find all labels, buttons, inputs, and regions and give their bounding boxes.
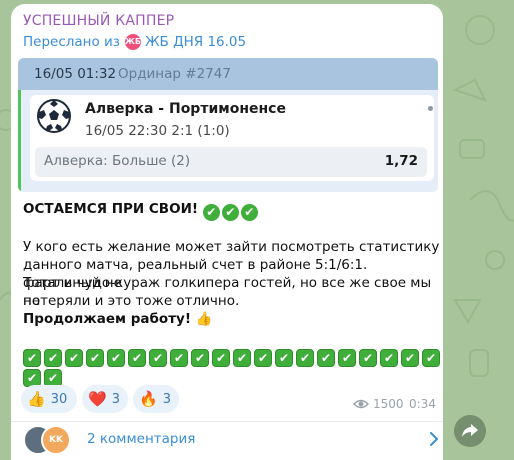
heart-icon: ❤️ — [88, 390, 107, 408]
headline-text: ОСТАЕМСЯ ПРИ СВОИ! — [23, 201, 199, 217]
bet-selection: Алверка: Больше (2) — [44, 153, 191, 169]
bet-row: Алверка: Больше (2) 1,72 — [35, 147, 427, 177]
commenter-avatar: KK — [41, 425, 71, 455]
message-time: 0:34 — [409, 397, 436, 411]
views-eye-icon — [353, 399, 369, 409]
check-icon: ✔ — [191, 349, 209, 367]
check-icon: ✔ — [149, 349, 167, 367]
views-count: 1500 — [373, 397, 404, 411]
check-icon: ✔ — [128, 349, 146, 367]
message-bubble: УСПЕШНЫЙ КАППЕР Переслано из ЖБ ЖБ ДНЯ 1… — [11, 4, 443, 460]
forwarded-channel-avatar: ЖБ — [125, 34, 141, 50]
bet-type: Ординар #2747 — [118, 66, 231, 82]
reaction-thumbs-up[interactable]: 👍 30 — [21, 385, 77, 413]
check-icon: ✔ — [233, 349, 251, 367]
reaction-fire[interactable]: 🔥 3 — [133, 385, 179, 413]
forwarded-from[interactable]: Переслано из ЖБ ЖБ ДНЯ 16.05 — [23, 34, 246, 50]
bet-card[interactable]: 16/05 01:32 Ординар #2747 Алверка - Порт… — [18, 58, 438, 192]
match-result: 16/05 22:30 2:1 (1:0) — [85, 123, 230, 139]
body-line: потеряли и это тоже отлично. — [23, 293, 240, 309]
check-icon: ✔ — [254, 349, 272, 367]
bet-datetime: 16/05 01:32 — [34, 66, 117, 82]
soccer-ball-icon — [37, 99, 71, 133]
reaction-count: 3 — [111, 391, 120, 407]
bet-odds: 1,72 — [384, 153, 418, 169]
fire-icon: 🔥 — [139, 390, 158, 408]
share-button[interactable] — [454, 415, 486, 447]
check-icon: ✔ — [359, 349, 377, 367]
checkmark-row: ✔ ✔ — [23, 364, 65, 387]
check-icon: ✔ — [170, 349, 188, 367]
comments-button[interactable]: KK 2 комментария — [23, 425, 438, 455]
check-icon: ✔ — [86, 349, 104, 367]
share-arrow-icon — [462, 424, 478, 437]
check-icon: ✔ — [107, 349, 125, 367]
forwarded-prefix: Переслано из — [23, 34, 120, 50]
headline: ОСТАЕМСЯ ПРИ СВОИ! ✔ ✔ ✔ — [23, 200, 260, 221]
reaction-count: 30 — [50, 391, 68, 407]
check-icon: ✔ — [65, 349, 83, 367]
check-icon: ✔ — [401, 349, 419, 367]
forwarded-channel-name[interactable]: ЖБ ДНЯ 16.05 — [145, 34, 246, 50]
thumbs-up-icon: 👍 — [195, 311, 213, 327]
chevron-right-icon — [430, 432, 438, 446]
reaction-heart[interactable]: ❤️ 3 — [82, 385, 128, 413]
sender-name[interactable]: УСПЕШНЫЙ КАППЕР — [23, 13, 174, 29]
check-icon: ✔ — [296, 349, 314, 367]
bet-accent-bar — [18, 90, 21, 192]
match-name: Алверка - Портимоненсе — [85, 101, 286, 117]
check-circle-icon: ✔ — [221, 204, 239, 221]
check-icon: ✔ — [212, 349, 230, 367]
more-dot-icon[interactable] — [428, 106, 433, 111]
check-icon: ✔ — [317, 349, 335, 367]
check-circle-icon: ✔ — [202, 204, 220, 221]
comments-divider — [11, 421, 443, 422]
check-circle-icon: ✔ — [240, 204, 258, 221]
bet-card-header: 16/05 01:32 Ординар #2747 — [18, 58, 438, 90]
check-icon: ✔ — [380, 349, 398, 367]
checkmark-row: ✔ ✔ ✔ ✔ ✔ ✔ ✔ ✔ ✔ ✔ ✔ ✔ ✔ ✔ ✔ ✔ ✔ ✔ ✔ ✔ — [23, 344, 443, 367]
check-icon: ✔ — [422, 349, 440, 367]
closing-line: Продолжаем работу! 👍 — [23, 310, 213, 328]
match-block: Алверка - Портимоненсе 16/05 22:30 2:1 (… — [30, 95, 434, 181]
thumbs-up-icon: 👍 — [27, 390, 46, 408]
body-line: У кого есть желание может зайти посмотре… — [23, 239, 440, 255]
closing-text: Продолжаем работу! — [23, 311, 191, 327]
check-icon: ✔ — [338, 349, 356, 367]
check-icon: ✔ — [275, 349, 293, 367]
reaction-count: 3 — [162, 391, 171, 407]
comments-label: 2 комментария — [87, 431, 196, 447]
